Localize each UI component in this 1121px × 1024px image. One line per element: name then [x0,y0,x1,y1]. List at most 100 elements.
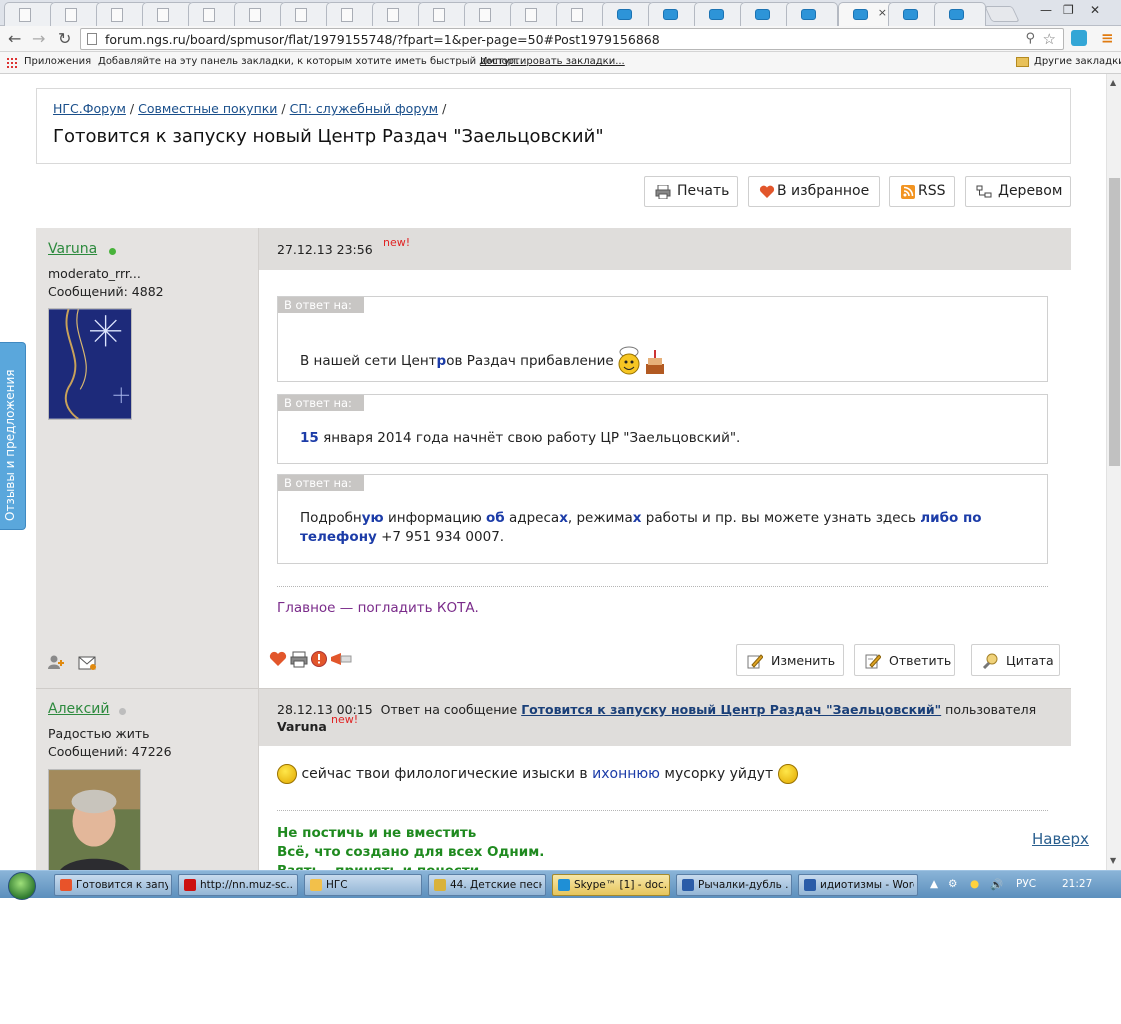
close-window-icon[interactable]: ✕ [1090,3,1100,17]
browser-tab[interactable] [694,2,746,26]
breadcrumb-link[interactable]: НГС.Форум [53,101,126,116]
browser-tab[interactable] [326,2,378,26]
browser-tab[interactable] [464,2,516,26]
reload-icon[interactable]: ↻ [58,29,71,48]
taskbar-item[interactable]: НГС [304,874,422,896]
reply-to-user[interactable]: Varuna [277,719,327,734]
favorite-button[interactable]: В избранное [748,176,880,207]
browser-tab[interactable] [50,2,102,26]
back-to-top-link[interactable]: Наверх [1032,830,1089,848]
post-author-panel: Алексий Радостью жить Сообщений: 47226 [36,688,259,870]
browser-tab[interactable] [888,2,940,26]
page-scrollbar[interactable]: ▲ ▼ [1106,74,1121,870]
forward-icon[interactable]: → [32,29,45,48]
page-icon [249,8,261,22]
megaphone-icon[interactable] [331,653,352,665]
browser-tab[interactable] [4,2,56,26]
browser-tab[interactable] [740,2,792,26]
browser-tab[interactable] [234,2,286,26]
browser-tab[interactable] [96,2,148,26]
back-icon[interactable]: ← [8,29,21,48]
new-badge: new! [383,236,411,249]
taskbar-item-label: НГС [326,879,348,891]
of-user-label: пользователя [945,702,1037,717]
breadcrumb-separator: / [442,101,447,116]
post-username[interactable]: Алексий [48,701,110,717]
skype-icon [949,9,964,20]
browser-tab[interactable] [786,2,838,26]
printer-icon[interactable] [290,651,308,668]
browser-tab[interactable] [510,2,562,26]
taskbar-item[interactable]: идиотизмы - Word [798,874,918,896]
scroll-down-icon[interactable]: ▼ [1110,856,1116,865]
tray-app-icon[interactable]: ⚙ [948,878,957,890]
heart-icon[interactable] [269,651,287,666]
address-url[interactable]: forum.ngs.ru/board/spmusor/flat/19791557… [105,32,660,47]
quote-block: В ответ на: Подробную информацию об адре… [277,474,1048,564]
taskbar-item[interactable]: 44. Детские песн... [428,874,546,896]
app-icon [310,879,322,891]
taskbar-item[interactable]: http://nn.muz-sc... [178,874,298,896]
quote-button[interactable]: Цитата [971,644,1060,676]
tray-warning-icon[interactable]: ● [970,878,979,890]
quote-label: В ответ на: [278,297,364,313]
browser-tab[interactable] [280,2,332,26]
address-bar[interactable]: forum.ngs.ru/board/spmusor/flat/19791557… [80,28,1064,50]
browser-tab[interactable] [556,2,608,26]
extension-icon[interactable] [1071,30,1087,46]
tree-view-button[interactable]: Деревом [965,176,1071,207]
private-message-icon[interactable] [78,656,96,670]
rss-button[interactable]: RSS [889,176,955,207]
minimize-icon[interactable]: — [1040,3,1052,17]
avatar[interactable] [48,308,132,420]
app-icon [804,879,816,891]
bookmark-apps[interactable]: Приложения [24,56,91,67]
browser-tab-active[interactable]: × [838,2,894,26]
clock[interactable]: 21:27 [1062,878,1092,890]
signature: Главное — погладить КОТА. [277,600,479,616]
skype-icon [663,9,678,20]
taskbar-item[interactable]: Рычалки-дубль ... [676,874,792,896]
new-tab-button[interactable] [984,6,1020,22]
post-body: сейчас твои филологические изыски в иxон… [259,746,1071,870]
scroll-up-icon[interactable]: ▲ [1110,78,1116,87]
taskbar-item[interactable]: Skype™ [1] - doc... [552,874,670,896]
page-icon [571,8,583,22]
signature-line: Всё, что создано для всех Одним. [277,844,545,860]
add-friend-icon[interactable] [48,654,66,670]
zoom-icon[interactable]: ⚲ [1025,31,1035,46]
close-tab-icon[interactable]: × [878,6,887,19]
taskbar-item-label: 44. Детские песн... [450,879,542,891]
scrollbar-thumb[interactable] [1109,178,1120,466]
tray-arrow-icon[interactable]: ▲ [930,878,938,890]
post-date: 27.12.13 23:56 [277,242,373,257]
restore-icon[interactable]: ❐ [1063,3,1074,17]
browser-tab[interactable] [372,2,424,26]
warning-icon[interactable] [311,651,327,667]
browser-tab[interactable] [188,2,240,26]
feedback-tab[interactable]: Отзывы и предложения [0,342,26,530]
import-bookmarks-link[interactable]: Импортировать закладки... [480,56,625,67]
breadcrumb-link[interactable]: СП: служебный форум [290,101,438,116]
browser-tab[interactable] [648,2,700,26]
quote-text-highlight: об [486,510,505,526]
bookmark-star-icon[interactable]: ☆ [1043,30,1056,48]
edit-button[interactable]: Изменить [736,644,844,676]
post-username[interactable]: Varuna [48,241,97,257]
reply-button[interactable]: Ответить [854,644,955,676]
avatar[interactable] [48,769,141,870]
breadcrumb-link[interactable]: Совместные покупки [138,101,277,116]
reply-to-link[interactable]: Готовится к запуску новый Центр Раздач "… [521,702,941,717]
keyboard-language[interactable]: РУС [1016,878,1036,890]
start-button[interactable] [8,872,36,900]
taskbar-item[interactable]: Готовится к запу... [54,874,172,896]
browser-tab[interactable] [602,2,654,26]
browser-tab[interactable] [142,2,194,26]
browser-tab[interactable] [934,2,986,26]
quote-text-part: Подробн [300,510,362,526]
other-bookmarks[interactable]: Другие закладки [1034,56,1121,67]
browser-tab[interactable] [418,2,470,26]
volume-icon[interactable]: 🔊 [990,878,1003,891]
print-button[interactable]: Печать [644,176,738,207]
menu-icon[interactable]: ≡ [1101,29,1114,47]
